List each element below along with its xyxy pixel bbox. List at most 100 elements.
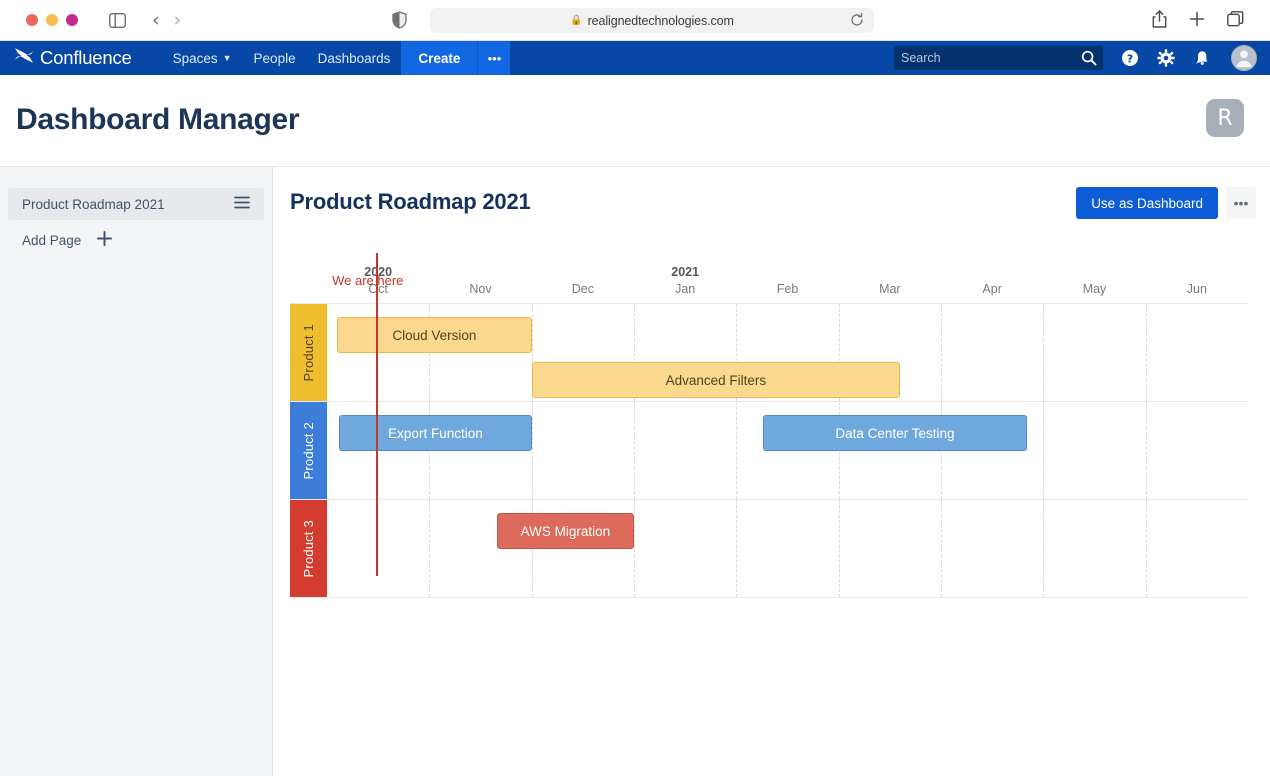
- search-icon[interactable]: [1081, 50, 1097, 71]
- gantt-gridline: [1043, 402, 1044, 499]
- browser-toolbar-right: [1152, 10, 1244, 33]
- gantt-row-track: AWS Migration: [327, 500, 1248, 597]
- gantt-gridline: [532, 402, 533, 499]
- search-box[interactable]: [894, 46, 1103, 70]
- gantt-gridline: [1043, 304, 1044, 401]
- page-body: Product Roadmap 2021 Add Page Product Ro…: [0, 167, 1270, 776]
- gantt-gridline: [941, 500, 942, 597]
- close-window-button[interactable]: [26, 14, 38, 26]
- sidebar: Product Roadmap 2021 Add Page: [0, 167, 273, 776]
- gantt-bar[interactable]: Export Function: [339, 415, 531, 451]
- share-icon[interactable]: [1152, 10, 1167, 33]
- page-header: Dashboard Manager: [0, 75, 1270, 167]
- axis-month-nov: Nov: [469, 282, 491, 296]
- gantt-gridline: [1146, 402, 1147, 499]
- nav-item-spaces-label: Spaces: [173, 51, 218, 66]
- gantt-plot: Product 1Cloud VersionAdvanced FiltersPr…: [290, 303, 1248, 598]
- content-more-button[interactable]: •••: [1226, 187, 1256, 219]
- plus-icon[interactable]: [97, 231, 112, 249]
- new-tab-icon[interactable]: [1189, 11, 1205, 32]
- address-bar[interactable]: 🔒 realignedtechnologies.com: [430, 8, 874, 33]
- gantt-bar[interactable]: Data Center Testing: [763, 415, 1027, 451]
- gantt-row-track: Export Function Data Center Testing: [327, 402, 1248, 499]
- svg-text:?: ?: [1127, 52, 1133, 65]
- axis-year-2021: 2021: [671, 265, 699, 279]
- gantt-row: Product 1 Cloud VersionAdvanced Filters: [290, 304, 1248, 402]
- confluence-nav-right: ?: [894, 41, 1270, 75]
- url-text: realignedtechnologies.com: [588, 14, 734, 28]
- search-input[interactable]: [901, 51, 1071, 65]
- gantt-row-label-text: Product 1: [301, 324, 316, 381]
- maximize-window-button[interactable]: [66, 14, 78, 26]
- axis-month-jun: Jun: [1187, 282, 1207, 296]
- bell-icon[interactable]: [1193, 49, 1211, 67]
- gantt-row-label-text: Product 2: [301, 422, 316, 479]
- nav-item-dashboards-label: Dashboards: [318, 51, 391, 66]
- gantt-gridline: [634, 402, 635, 499]
- browser-nav-arrows: ‹ ›: [152, 11, 181, 30]
- sidebar-toggle-icon[interactable]: [109, 13, 126, 28]
- confluence-logo[interactable]: Confluence: [14, 47, 132, 69]
- nav-item-people-label: People: [254, 51, 296, 66]
- gantt-row-label-product-3: Product 3: [290, 500, 327, 597]
- confluence-logo-icon: [14, 47, 34, 69]
- axis-month-dec: Dec: [572, 282, 594, 296]
- confluence-top-nav: Confluence Spaces ▼ People Dashboards Cr…: [0, 41, 1270, 75]
- create-button[interactable]: Create: [401, 41, 477, 75]
- nav-more-button[interactable]: •••: [477, 41, 510, 75]
- lock-icon: 🔒: [570, 15, 582, 26]
- privacy-shield-icon[interactable]: [392, 11, 407, 34]
- gantt-row-label-product-1: Product 1: [290, 304, 327, 401]
- window-traffic-lights: [26, 14, 78, 26]
- minimize-window-button[interactable]: [46, 14, 58, 26]
- gantt-gridline: [634, 500, 635, 597]
- app-badge-icon[interactable]: R: [1206, 99, 1244, 137]
- sidebar-item-label: Product Roadmap 2021: [22, 197, 165, 212]
- gantt-gridline: [429, 500, 430, 597]
- gantt-gridline: [1146, 500, 1147, 597]
- gantt-row-label-text: Product 3: [301, 520, 316, 577]
- add-page-button[interactable]: Add Page: [8, 224, 264, 256]
- user-avatar[interactable]: [1231, 45, 1257, 71]
- gantt-row: Product 2 Export Function Data Center Test…: [290, 402, 1248, 500]
- axis-month-feb: Feb: [777, 282, 799, 296]
- axis-month-jan: Jan: [675, 282, 695, 296]
- axis-month-apr: Apr: [982, 282, 1001, 296]
- axis-month-may: May: [1083, 282, 1107, 296]
- gantt-gridline: [736, 500, 737, 597]
- confluence-logo-text: Confluence: [40, 47, 132, 69]
- gantt-row: Product 3 AWS Migration: [290, 500, 1248, 598]
- gantt-gridline: [941, 304, 942, 401]
- browser-chrome: ‹ › 🔒 realignedtechnologies.com: [0, 0, 1270, 41]
- gantt-bar[interactable]: Advanced Filters: [532, 362, 900, 398]
- confluence-nav-links: Spaces ▼ People Dashboards Create •••: [162, 41, 511, 75]
- content-header: Product Roadmap 2021 Use as Dashboard ••…: [290, 189, 1256, 223]
- gantt-axis: OctNovDecJanFebMarAprMayJun20202021: [290, 265, 1248, 303]
- gantt-bar[interactable]: AWS Migration: [497, 513, 634, 549]
- sidebar-item-product-roadmap-2021[interactable]: Product Roadmap 2021: [8, 188, 264, 220]
- gear-icon[interactable]: [1157, 49, 1175, 67]
- today-marker-line: [376, 253, 378, 576]
- add-page-label: Add Page: [22, 233, 81, 248]
- nav-item-dashboards[interactable]: Dashboards: [307, 41, 402, 75]
- reload-icon[interactable]: [850, 13, 864, 32]
- gantt-chart: OctNovDecJanFebMarAprMayJun20202021 Prod…: [290, 265, 1248, 598]
- today-marker-label: We are here: [332, 273, 403, 288]
- help-circle-icon[interactable]: ?: [1121, 49, 1139, 67]
- page-title: Dashboard Manager: [16, 103, 299, 137]
- gantt-gridline: [1043, 500, 1044, 597]
- nav-item-spaces[interactable]: Spaces ▼: [162, 41, 243, 75]
- nav-item-people[interactable]: People: [243, 41, 307, 75]
- gantt-row-label-product-2: Product 2: [290, 402, 327, 499]
- content-actions: Use as Dashboard •••: [1076, 187, 1256, 219]
- gantt-row-track: Cloud VersionAdvanced Filters: [327, 304, 1248, 401]
- main-content: Product Roadmap 2021 Use as Dashboard ••…: [273, 167, 1270, 776]
- gantt-bar[interactable]: Cloud Version: [337, 317, 531, 353]
- hamburger-menu-icon[interactable]: [234, 196, 250, 213]
- tabs-overview-icon[interactable]: [1227, 11, 1244, 32]
- gantt-gridline: [1146, 304, 1147, 401]
- back-icon[interactable]: ‹: [152, 11, 160, 30]
- use-as-dashboard-button[interactable]: Use as Dashboard: [1076, 187, 1218, 219]
- forward-icon[interactable]: ›: [174, 11, 182, 30]
- axis-month-mar: Mar: [879, 282, 901, 296]
